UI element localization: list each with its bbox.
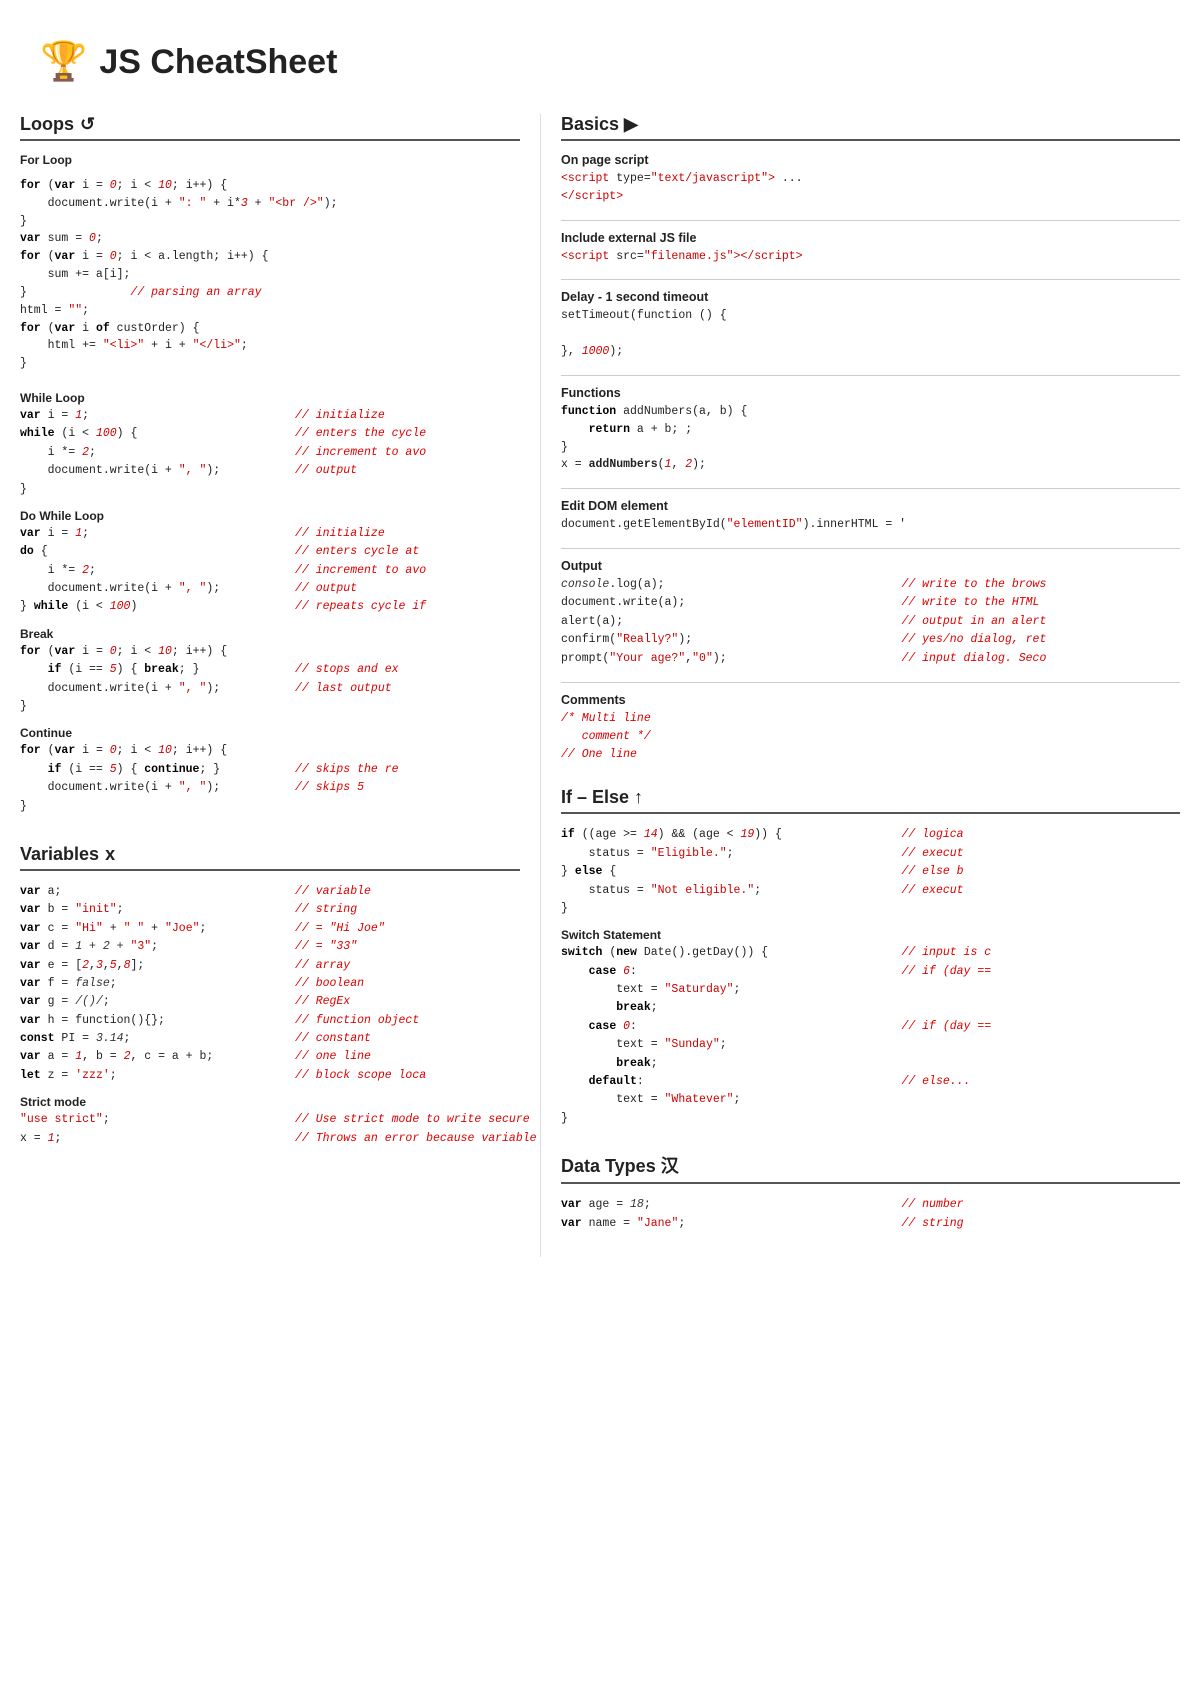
include-external-item: Include external JS file <script src="fi… (561, 231, 1180, 266)
page-header: 🏆 JS CheatSheet (20, 20, 1180, 114)
for-loop-label: For Loop (20, 153, 520, 167)
edit-dom-code: document.getElementById("elementID").inn… (561, 516, 1180, 534)
do-while-code: var i = 1; do { i *= 2; document.write(i… (20, 525, 520, 617)
loops-title: Loops ↺ (20, 114, 520, 141)
strict-mode-code: "use strict"; x = 1; // Use strict mode … (20, 1111, 520, 1148)
break-label: Break (20, 627, 520, 641)
include-external-label: Include external JS file (561, 231, 1180, 245)
variables-title: Variables x (20, 844, 520, 871)
right-column: Basics ▶ On page script <script type="te… (540, 114, 1180, 1257)
while-loop-code: var i = 1; while (i < 100) { i *= 2; doc… (20, 407, 520, 499)
variables-icon: x (105, 844, 115, 865)
edit-dom-label: Edit DOM element (561, 499, 1180, 513)
delay-item: Delay - 1 second timeout setTimeout(func… (561, 290, 1180, 360)
basics-title: Basics ▶ (561, 114, 1180, 141)
datatypes-label: Data Types 汉 (561, 1152, 679, 1178)
logo-icon: 🏆 (40, 40, 87, 84)
left-column: Loops ↺ For Loop for (var i = 0; i < 10;… (20, 114, 540, 1257)
while-loop-label: While Loop (20, 391, 520, 405)
ifelse-title: If – Else ↑ (561, 787, 1180, 814)
functions-code: function addNumbers(a, b) { return a + b… (561, 403, 1180, 474)
functions-item: Functions function addNumbers(a, b) { re… (561, 386, 1180, 474)
on-page-script-item: On page script <script type="text/javasc… (561, 153, 1180, 206)
output-label: Output (561, 559, 1180, 573)
edit-dom-item: Edit DOM element document.getElementById… (561, 499, 1180, 534)
delay-label: Delay - 1 second timeout (561, 290, 1180, 304)
continue-code: for (var i = 0; i < 10; i++) { if (i == … (20, 742, 520, 816)
basics-section: Basics ▶ On page script <script type="te… (561, 114, 1180, 763)
loops-section: Loops ↺ For Loop for (var i = 0; i < 10;… (20, 114, 520, 816)
functions-label: Functions (561, 386, 1180, 400)
delay-code: setTimeout(function () { }, 1000); (561, 307, 1180, 360)
datatypes-title: Data Types 汉 (561, 1152, 1180, 1184)
page-title: JS CheatSheet (99, 43, 337, 82)
ifelse-code: if ((age >= 14) && (age < 19)) { status … (561, 826, 1180, 918)
include-external-code: <script src="filename.js"></script> (561, 248, 1180, 266)
variables-section: Variables x var a; var b = "init"; var c… (20, 844, 520, 1148)
variables-code: var a; var b = "init"; var c = "Hi" + " … (20, 883, 520, 1085)
on-page-script-code: <script type="text/javascript"> ... </sc… (561, 170, 1180, 206)
for-loop-code: for (var i = 0; i < 10; i++) { document.… (20, 169, 520, 381)
comments-label: Comments (561, 693, 1180, 707)
strict-mode-label: Strict mode (20, 1095, 520, 1109)
break-code: for (var i = 0; i < 10; i++) { if (i == … (20, 643, 520, 717)
comments-item: Comments /* Multi line comment */ // One… (561, 693, 1180, 763)
datatypes-section: Data Types 汉 var age = 18; var name = "J… (561, 1152, 1180, 1233)
switch-label: Switch Statement (561, 928, 1180, 942)
on-page-script-label: On page script (561, 153, 1180, 167)
output-code: console.log(a); document.write(a); alert… (561, 576, 1180, 668)
comments-code: /* Multi line comment */ // One line (561, 710, 1180, 763)
output-item: Output console.log(a); document.write(a)… (561, 559, 1180, 668)
loops-label: Loops (20, 114, 74, 135)
switch-code: switch (new Date().getDay()) { case 6: t… (561, 944, 1180, 1128)
ifelse-section: If – Else ↑ if ((age >= 14) && (age < 19… (561, 787, 1180, 1128)
continue-label: Continue (20, 726, 520, 740)
do-while-label: Do While Loop (20, 509, 520, 523)
datatypes-code: var age = 18; var name = "Jane"; // numb… (561, 1196, 1180, 1233)
basics-label: Basics ▶ (561, 114, 638, 135)
loops-icon: ↺ (80, 114, 95, 135)
variables-label: Variables (20, 844, 99, 865)
ifelse-label: If – Else ↑ (561, 787, 643, 808)
